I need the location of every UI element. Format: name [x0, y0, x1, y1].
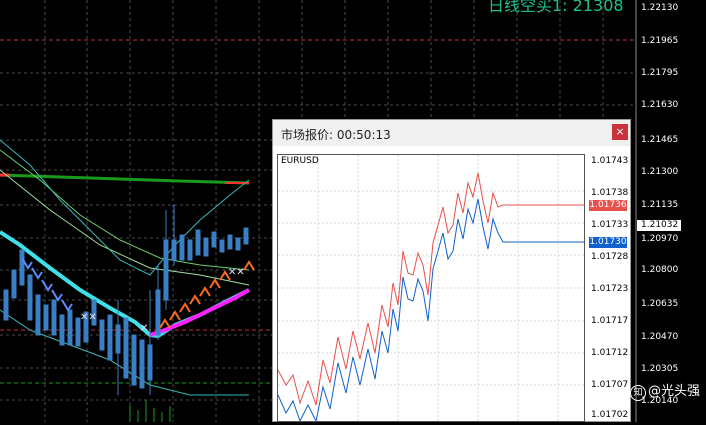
- axis-price: 1.20800: [641, 265, 679, 275]
- upper-band: [0, 139, 250, 276]
- watermark: 知 @光头强: [630, 380, 700, 401]
- close-icon[interactable]: ×: [612, 124, 628, 140]
- symbol-label: EURUSD: [281, 156, 319, 166]
- tick-axis-price: 1.01728: [591, 252, 629, 262]
- axis-price: 1.21965: [641, 36, 679, 46]
- tick-axis-price: 1.01733: [591, 220, 629, 230]
- tick-axis-price: 1.01738: [591, 188, 629, 198]
- axis-price: 1.21465: [641, 135, 679, 145]
- tick-axis-price: 1.01717: [591, 316, 629, 326]
- tick-axis-price: 1.01702: [591, 410, 629, 420]
- zhihu-icon: 知: [630, 385, 646, 401]
- axis-price: 1.22130: [641, 3, 679, 13]
- tick-chart[interactable]: [277, 154, 585, 423]
- tick-chart-canvas: [277, 155, 584, 423]
- ask-price-marker: 1.01736: [589, 200, 627, 211]
- svg-text:✕✕: ✕✕: [228, 267, 245, 278]
- market-watch-titlebar[interactable]: 市场报价: 00:50:13 ×: [273, 120, 630, 146]
- axis-price: 1.21135: [641, 200, 679, 210]
- tick-axis-price: 1.01712: [591, 348, 629, 358]
- volume-bars: [129, 400, 171, 422]
- axis-price: 1.20635: [641, 299, 679, 309]
- bid-price-marker: 1.01730: [589, 237, 627, 248]
- bid-line: [277, 198, 584, 423]
- tick-axis-price: 1.01723: [591, 284, 629, 294]
- current-price-marker: 1.21032: [637, 220, 681, 231]
- svg-text:✕✕: ✕✕: [80, 312, 97, 323]
- axis-price: 1.20470: [641, 332, 679, 342]
- watermark-text: @光头强: [648, 384, 701, 399]
- market-watch-window[interactable]: 市场报价: 00:50:13 × EURUSD 1.01743 1.01738 …: [272, 119, 631, 423]
- market-watch-title: 市场报价: 00:50:13: [281, 128, 391, 142]
- axis-price: 1.20305: [641, 364, 679, 374]
- tick-axis-price: 1.01707: [591, 380, 629, 390]
- svg-text:✕: ✕: [140, 323, 148, 334]
- tick-axis-price: 1.01743: [591, 156, 629, 166]
- axis-price: 1.20970: [641, 234, 679, 244]
- thin-ma-2: [0, 169, 250, 286]
- axis-price: 1.21630: [641, 100, 679, 110]
- axis-price: 1.21795: [641, 68, 679, 78]
- green-ma-line: [0, 173, 250, 185]
- chart-title-overlay: 日线空买1: 21308: [488, 0, 624, 15]
- axis-price: 1.21300: [641, 167, 679, 177]
